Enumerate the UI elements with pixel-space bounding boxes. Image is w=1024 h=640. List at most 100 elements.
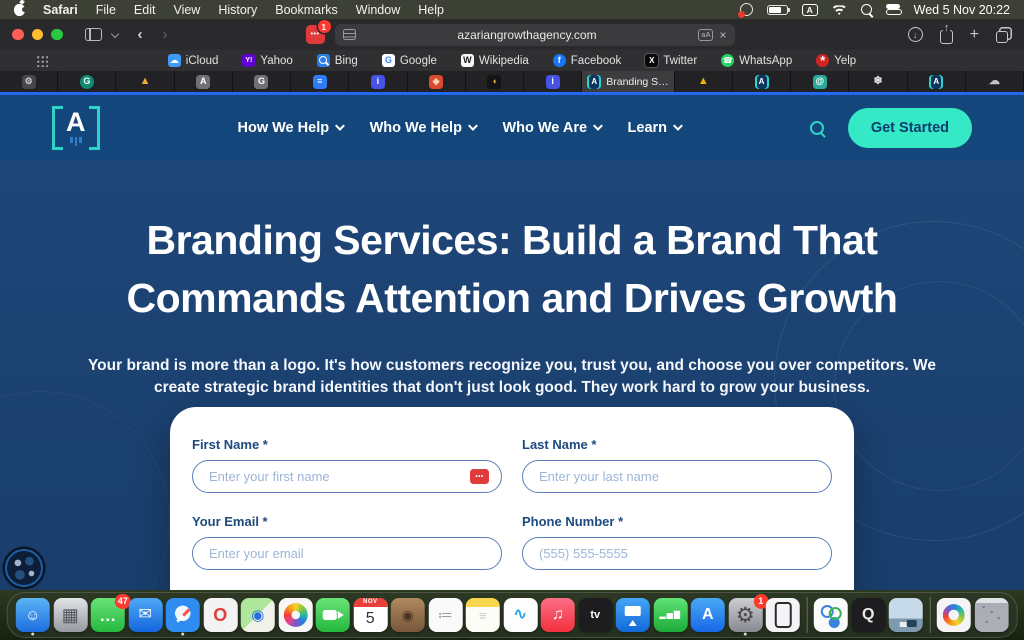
dock-item[interactable] [803, 593, 810, 637]
menu-bar-item[interactable]: Window [356, 3, 400, 17]
favorite-item[interactable]: ☁ iCloud [168, 54, 219, 67]
dock-item[interactable]: ▂▅▇ [653, 593, 687, 637]
floating-widget-button[interactable] [5, 549, 43, 587]
favorite-item[interactable]: Y! Yahoo [242, 54, 292, 67]
zoom-window-button[interactable] [51, 29, 63, 41]
dock-item[interactable]: A [691, 593, 725, 637]
dock-item[interactable]: ✉ [128, 593, 162, 637]
browser-tab[interactable]: i [349, 71, 407, 92]
browser-tab[interactable]: ◈ [408, 71, 466, 92]
browser-tab[interactable]: A [733, 71, 791, 92]
favorite-item[interactable]: ☎ WhatsApp [721, 54, 792, 67]
browser-tab[interactable]: @ [791, 71, 849, 92]
status-app-icon[interactable] [740, 3, 753, 16]
dock-item[interactable]: ≡ [466, 593, 500, 637]
form-input[interactable] [522, 460, 832, 493]
nav-item[interactable]: Learn [628, 120, 681, 136]
form-input[interactable] [192, 537, 502, 570]
dock-item[interactable]: ◉ [391, 593, 425, 637]
favorite-item[interactable]: G Google [382, 54, 437, 67]
dock-item[interactable] [316, 593, 350, 637]
dock-item[interactable] [616, 593, 650, 637]
favorite-item[interactable]: X Twitter [645, 54, 697, 67]
browser-tab[interactable]: G [58, 71, 116, 92]
favorite-item[interactable]: f Facebook [553, 54, 622, 67]
nav-item[interactable]: Who We Help [370, 120, 476, 136]
dock-item[interactable]: ☺ ● [16, 593, 50, 637]
downloads-button[interactable]: ↓ [908, 27, 923, 42]
autofill-extension-icon[interactable]: ••• [470, 469, 489, 484]
browser-tab[interactable]: ◖ [466, 71, 524, 92]
dock-item[interactable] [766, 593, 800, 637]
spotlight-search-icon[interactable] [861, 4, 872, 15]
site-logo[interactable]: A [52, 106, 100, 150]
battery-icon[interactable] [767, 5, 788, 15]
favorite-item[interactable]: Bing [317, 54, 358, 67]
browser-tab[interactable]: ❄ [849, 71, 907, 92]
browser-tab[interactable]: ≡ [291, 71, 349, 92]
dock-item[interactable] [814, 593, 848, 637]
new-tab-button[interactable]: + [970, 26, 979, 44]
menu-bar-item[interactable]: Help [418, 3, 444, 17]
dock-item[interactable]: … 47 [91, 593, 125, 637]
dock-item[interactable]: NOV 5 [353, 593, 387, 637]
browser-tab[interactable]: i [524, 71, 582, 92]
tab-overview-button[interactable] [996, 31, 1008, 43]
dock-item[interactable] [974, 593, 1008, 637]
dock-item[interactable]: tv [578, 593, 612, 637]
page-settings-icon[interactable] [343, 29, 356, 40]
menu-bar-clock[interactable]: Wed 5 Nov 20:22 [914, 3, 1010, 17]
menu-bar-item[interactable]: Bookmarks [275, 3, 338, 17]
dock-item[interactable] [937, 593, 971, 637]
nav-item[interactable]: How We Help [238, 120, 343, 136]
wifi-icon[interactable] [832, 4, 847, 15]
dock-item[interactable]: ≔ [428, 593, 462, 637]
dock-item[interactable]: ♫ [541, 593, 575, 637]
menu-bar-item[interactable]: Edit [134, 3, 156, 17]
sidebar-chevron-icon[interactable] [110, 29, 118, 37]
back-button[interactable]: ‹ [138, 26, 143, 43]
favorite-item[interactable]: W Wikipedia [461, 54, 529, 67]
menu-bar-item[interactable]: Safari [43, 3, 78, 17]
favorites-grid-icon[interactable] [36, 55, 48, 67]
control-center-icon[interactable] [886, 4, 900, 15]
menu-bar-item[interactable]: File [96, 3, 116, 17]
address-url[interactable]: azariangrowthagency.com [356, 28, 699, 42]
dock-item[interactable] [278, 593, 312, 637]
get-started-button[interactable]: Get Started [848, 108, 972, 148]
dock-item[interactable]: ◉ [241, 593, 275, 637]
browser-tab[interactable]: A Branding S… [582, 71, 675, 92]
browser-tab[interactable]: ▲ [675, 71, 733, 92]
dock-item[interactable] [889, 593, 923, 637]
dock-item[interactable]: ● [166, 593, 200, 637]
sidebar-toggle-icon[interactable] [85, 28, 102, 41]
share-button[interactable] [940, 30, 953, 44]
browser-tab[interactable]: G [233, 71, 291, 92]
extension-button[interactable]: ••• 1 [306, 25, 325, 44]
translate-icon[interactable]: aA [698, 29, 713, 41]
site-search-icon[interactable] [810, 121, 824, 135]
form-input[interactable] [522, 537, 832, 570]
stop-loading-icon[interactable]: × [719, 28, 726, 42]
browser-tab[interactable]: A [908, 71, 966, 92]
address-bar[interactable]: azariangrowthagency.com aA × [335, 24, 735, 46]
dock-item[interactable]: Q [851, 593, 885, 637]
dock-item[interactable]: ⚙ 1 ● [728, 593, 762, 637]
dock-item[interactable]: ∿ [503, 593, 537, 637]
browser-tab[interactable]: ▲ [116, 71, 174, 92]
close-window-button[interactable] [12, 29, 24, 41]
forward-button[interactable]: › [163, 26, 168, 43]
apple-menu-icon[interactable] [14, 4, 25, 16]
menu-bar-item[interactable]: View [173, 3, 200, 17]
form-input[interactable] [192, 460, 502, 493]
menu-bar-item[interactable]: History [218, 3, 257, 17]
dock-item[interactable]: O [203, 593, 237, 637]
favorite-item[interactable]: * Yelp [816, 54, 856, 67]
input-source-icon[interactable]: A [802, 4, 818, 16]
nav-item[interactable]: Who We Are [502, 120, 600, 136]
browser-tab[interactable]: ⚙ [0, 71, 58, 92]
dock-item[interactable] [926, 593, 933, 637]
browser-tab[interactable]: ☁ [966, 71, 1024, 92]
dock-item[interactable]: ▦ [53, 593, 87, 637]
minimize-window-button[interactable] [32, 29, 44, 41]
